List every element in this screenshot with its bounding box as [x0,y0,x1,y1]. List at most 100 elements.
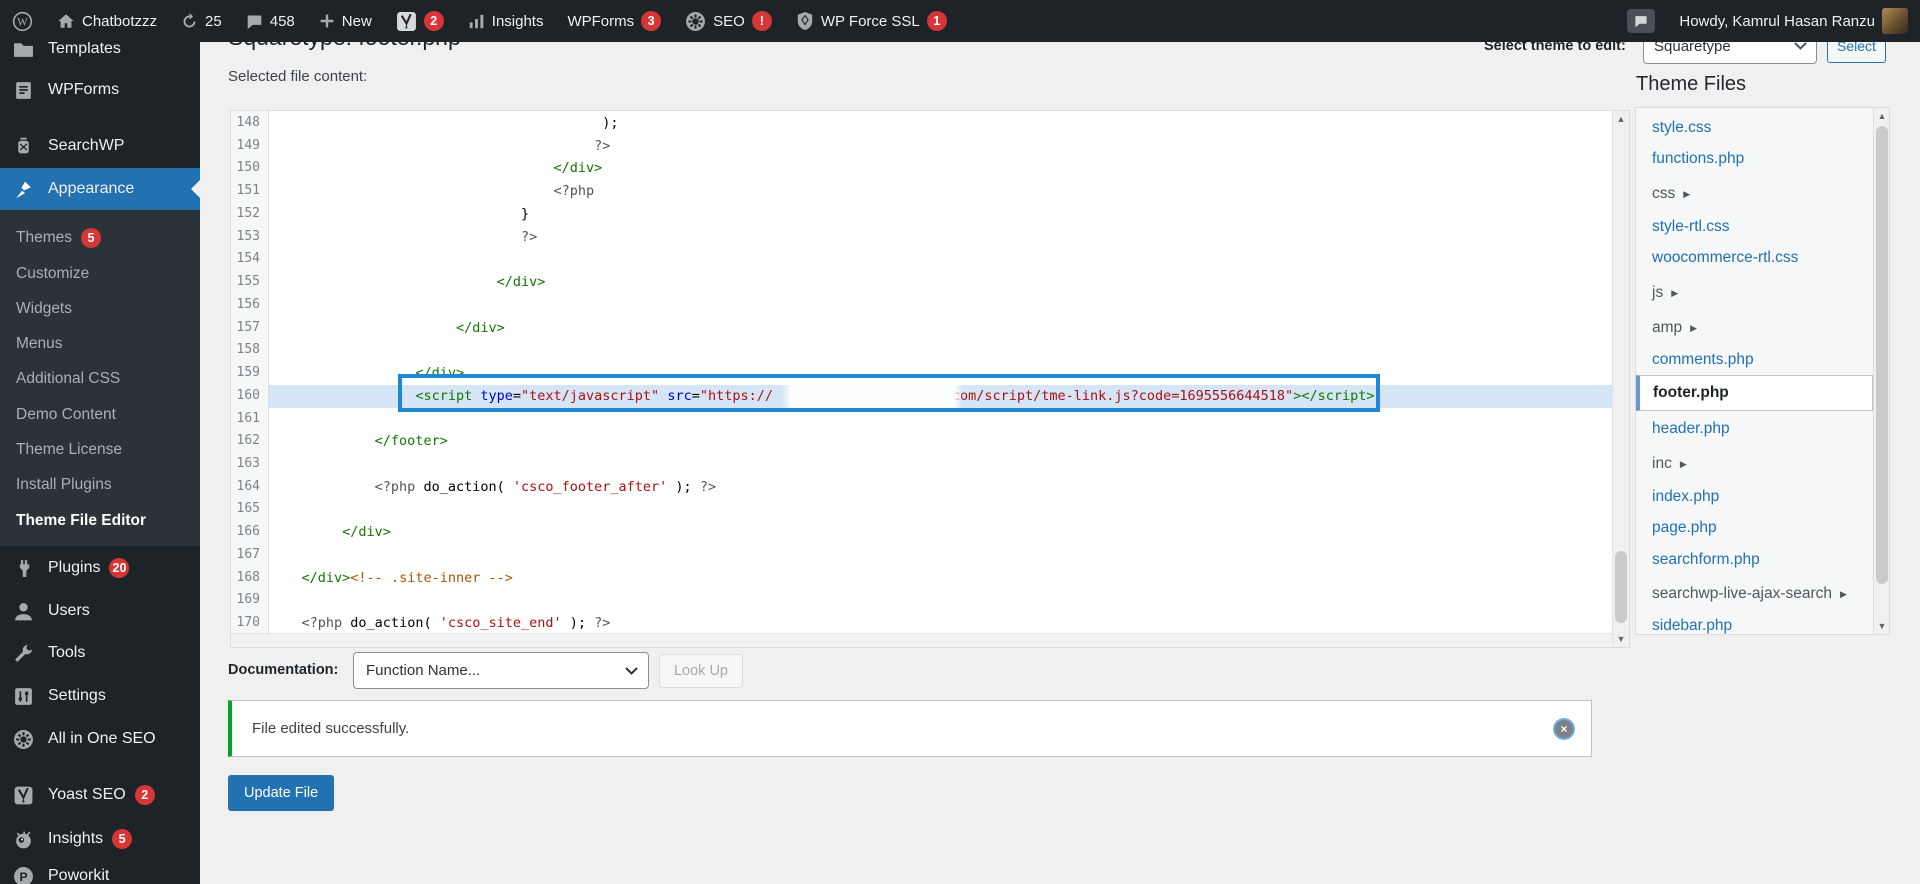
updates-menu[interactable]: 25 [169,0,234,42]
editor-horizontal-scrollbar[interactable] [231,633,1612,647]
sidebar-item-themes[interactable]: Themes5 [0,220,200,255]
theme-folder-searchwp-live-ajax-search[interactable]: searchwp-live-ajax-search▶ [1636,577,1870,611]
insights-menu[interactable]: Insights [456,0,556,42]
theme-file-index-php[interactable]: index.php [1636,480,1870,514]
wpforms-menu[interactable]: WPForms 3 [555,0,673,42]
feedback-menu[interactable] [1615,0,1667,42]
wordpress-logo-icon: W [12,11,33,32]
wpforms-label: WPForms [567,13,634,30]
sidebar-item-poworkit[interactable]: PPoworkit [0,855,200,884]
code-line-text: </div><!-- .site-inner --> [269,567,1612,590]
code-line-154[interactable]: 154 [231,248,1612,271]
line-number: 169 [231,589,269,612]
sidebar-item-wpforms[interactable]: WPForms [0,69,200,111]
sidebar-item-widgets[interactable]: Widgets [0,291,200,326]
theme-file-comments-php[interactable]: comments.php [1636,343,1870,377]
theme-files-title: Theme Files [1636,73,1746,96]
theme-file-page-php[interactable]: page.php [1636,511,1870,545]
code-line-148[interactable]: 148 ); [231,112,1612,135]
code-line-158[interactable]: 158 [231,339,1612,362]
code-line-text [269,544,1612,567]
sidebar-item-menus[interactable]: Menus [0,326,200,361]
line-number: 164 [231,476,269,499]
dismiss-notice-icon[interactable]: × [1555,720,1573,738]
sidebar-item-customize[interactable]: Customize [0,256,200,291]
code-line-155[interactable]: 155 </div> [231,271,1612,294]
sidebar-item-demo-content[interactable]: Demo Content [0,397,200,432]
theme-file-footer-php[interactable]: footer.php [1636,375,1873,411]
admin-bar-right: Howdy, Kamrul Hasan Ranzu [1615,0,1920,42]
code-line-153[interactable]: 153 ?> [231,226,1612,249]
sidebar-item-label: Additional CSS [16,370,120,388]
yoast-menu[interactable]: 2 [384,0,456,42]
notice-text: File edited successfully. [252,720,409,737]
code-line-150[interactable]: 150 </div> [231,157,1612,180]
sidebar-item-yoast-seo[interactable]: Yoast SEO2 [0,774,200,816]
code-line-157[interactable]: 157 </div> [231,317,1612,340]
theme-files-scrollbar[interactable]: ▲ ▼ [1873,108,1889,634]
code-line-149[interactable]: 149 ?> [231,135,1612,158]
site-name-menu[interactable]: Chatbotzzz [45,0,169,42]
sidebar-item-label: Widgets [16,300,72,318]
sidebar-item-label: Tools [48,644,85,662]
theme-folder-amp[interactable]: amp▶ [1636,311,1870,345]
code-line-165[interactable]: 165 [231,498,1612,521]
my-account-menu[interactable]: Howdy, Kamrul Hasan Ranzu [1667,0,1920,42]
sidebar-item-label: Theme License [16,441,122,459]
sidebar-item-theme-license[interactable]: Theme License [0,432,200,467]
code-line-161[interactable]: 161 [231,408,1612,431]
sidebar-item-additional-css[interactable]: Additional CSS [0,361,200,396]
code-line-160[interactable]: 160 <script type="text/javascript" src="… [231,385,1612,408]
insights-label: Insights [492,13,544,30]
theme-files-scrollbar-thumb[interactable] [1876,126,1888,584]
new-content-menu[interactable]: New [307,0,384,42]
sidebar-item-searchwp[interactable]: SearchWP [0,125,200,167]
sidebar-item-all-in-one-seo[interactable]: All in One SEO [0,718,200,760]
editor-vertical-scrollbar[interactable]: ▲ ▼ [1612,111,1629,647]
sidebar-item-tools[interactable]: Tools [0,632,200,674]
code-line-151[interactable]: 151 <?php [231,180,1612,203]
code-line-166[interactable]: 166 </div> [231,521,1612,544]
code-line-162[interactable]: 162 </footer> [231,430,1612,453]
update-count-badge: 20 [109,558,129,578]
sidebar-item-theme-file-editor[interactable]: Theme File Editor [0,503,200,538]
seo-menu[interactable]: SEO ! [673,0,784,42]
code-line-167[interactable]: 167 [231,544,1612,567]
theme-folder-css[interactable]: css▶ [1636,177,1870,211]
documentation-function-dropdown[interactable]: Function Name... [353,652,649,689]
sidebar-item-install-plugins[interactable]: Install Plugins [0,467,200,502]
code-line-168[interactable]: 168 </div><!-- .site-inner --> [231,567,1612,590]
theme-file-sidebar-php[interactable]: sidebar.php [1636,609,1870,643]
scroll-down-arrow-icon[interactable]: ▼ [1874,618,1890,634]
update-file-button[interactable]: Update File [228,775,334,811]
line-number: 167 [231,544,269,567]
theme-folder-inc[interactable]: inc▶ [1636,447,1870,481]
theme-folder-js[interactable]: js▶ [1636,276,1870,310]
sidebar-item-settings[interactable]: Settings [0,675,200,717]
sidebar-item-users[interactable]: Users [0,590,200,632]
scroll-down-arrow-icon[interactable]: ▼ [1613,631,1629,647]
theme-file-functions-php[interactable]: functions.php [1636,142,1870,176]
code-line-163[interactable]: 163 [231,453,1612,476]
theme-file-header-php[interactable]: header.php [1636,412,1870,446]
sidebar-item-appearance[interactable]: Appearance [0,168,200,210]
code-line-164[interactable]: 164 <?php do_action( 'csco_footer_after'… [231,476,1612,499]
sidebar-item-insights[interactable]: Insights5 [0,818,200,860]
theme-file-woocommerce-rtl-css[interactable]: woocommerce-rtl.css [1636,241,1870,275]
wp-force-ssl-menu[interactable]: WP Force SSL 1 [784,0,959,42]
theme-file-style-rtl-css[interactable]: style-rtl.css [1636,210,1870,244]
theme-file-searchform-php[interactable]: searchform.php [1636,543,1870,577]
scroll-up-arrow-icon[interactable]: ▲ [1874,108,1890,124]
code-line-170[interactable]: 170 <?php do_action( 'csco_site_end' ); … [231,612,1612,633]
code-line-159[interactable]: 159 </div> [231,362,1612,385]
wp-logo-menu[interactable]: W [0,0,45,42]
code-line-156[interactable]: 156 [231,294,1612,317]
comments-menu[interactable]: 458 [234,0,307,42]
sidebar-item-plugins[interactable]: Plugins20 [0,547,200,589]
editor-scrollbar-thumb[interactable] [1615,551,1627,623]
code-editor[interactable]: 148 );149 ?>150 </div>151 <?php152 [230,110,1630,648]
theme-file-style-css[interactable]: style.css [1636,111,1870,145]
code-line-152[interactable]: 152 } [231,203,1612,226]
code-line-169[interactable]: 169 [231,589,1612,612]
scroll-up-arrow-icon[interactable]: ▲ [1613,111,1629,127]
